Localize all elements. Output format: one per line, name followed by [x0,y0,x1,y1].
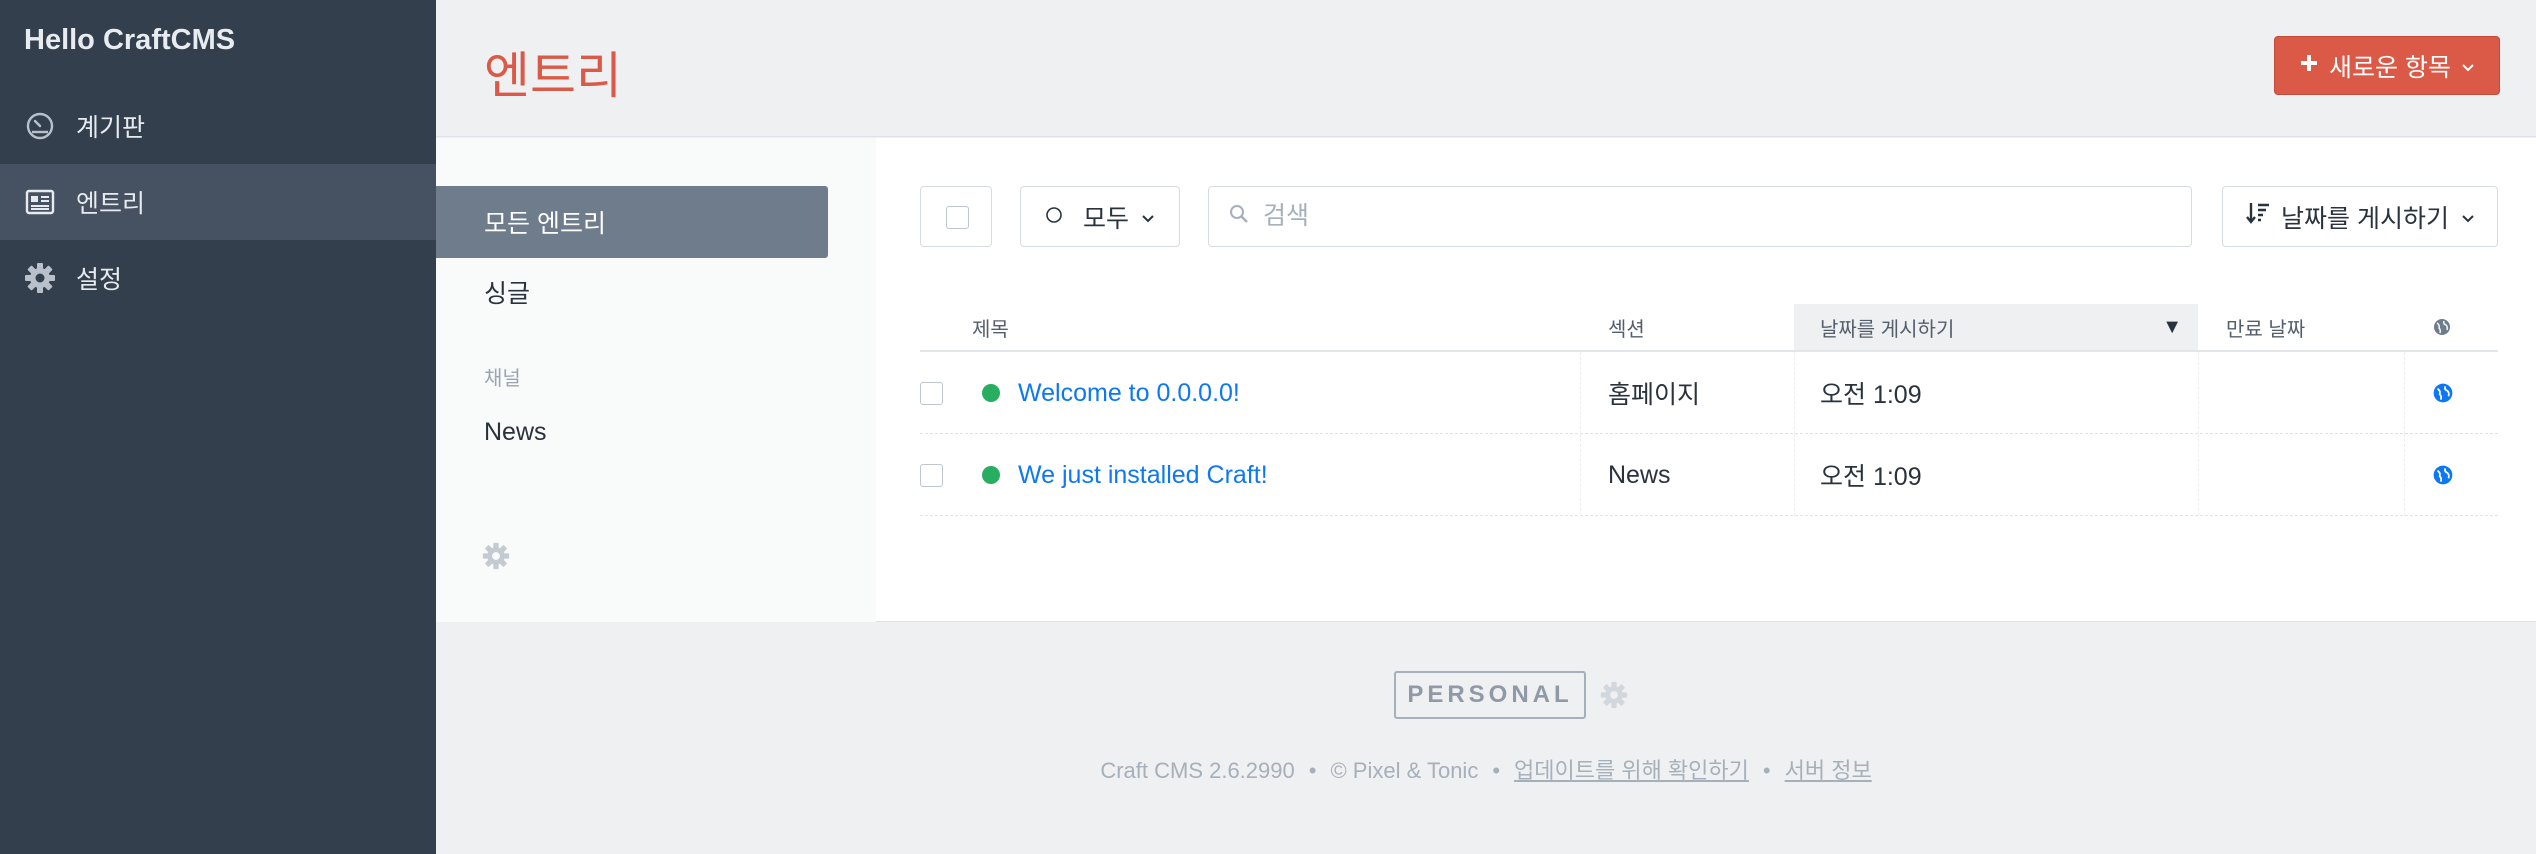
entry-post-date: 오전 1:09 [1820,463,1922,491]
source-heading-channel: 채널 [484,368,521,390]
status-circle-icon [1045,202,1063,231]
edition-settings-gear-icon[interactable] [1600,681,1628,714]
craft-version: Craft CMS 2.6.2990 [1100,758,1295,783]
entry-section: News [1608,460,1671,489]
source-singles[interactable]: 싱글 [436,256,828,328]
newspaper-icon [24,186,56,218]
row-checkbox[interactable] [920,463,943,487]
site-name[interactable]: Hello CraftCMS [24,24,235,57]
sources-sidebar: 모든 엔트리 싱글 채널 News [436,138,876,622]
source-all-entries[interactable]: 모든 엔트리 [436,186,828,258]
server-info-link[interactable]: 서버 정보 [1785,758,1872,783]
nav-label: 설정 [76,266,123,294]
sort-menu[interactable]: 날짜를 게시하기 [2222,186,2498,247]
gear-icon [24,262,56,294]
sort-label: 날짜를 게시하기 [2281,204,2449,233]
column-header-expiry-date[interactable]: 만료 날짜 [2226,304,2305,350]
entry-post-date: 오전 1:09 [1820,381,1922,409]
chevron-down-icon [1141,202,1155,231]
chevron-down-icon [2461,51,2475,80]
status-live-dot [982,466,1000,484]
footer-info-line: Craft CMS 2.6.2990 • © Pixel & Tonic • 업데이트를… [1100,758,1872,783]
search-icon [1229,204,1249,229]
footer: PERSONAL Craft CMS 2.6.2990 • © Pixel & To… [436,623,2536,854]
edition-badge[interactable]: PERSONAL [1394,671,1586,719]
main-content: 모든 엔트리 싱글 채널 News 모두 날짜를 게시하기 [436,138,2536,622]
entry-title-link[interactable]: Welcome to 0.0.0.0! [1018,379,1240,408]
nav-item-settings[interactable]: 설정 [0,240,436,316]
chevron-down-icon [2461,202,2475,231]
search-box [1208,186,2192,247]
check-updates-link[interactable]: 업데이트를 위해 확인하기 [1514,758,1749,783]
entries-table: 제목 섹션 날짜를 게시하기 ▼ 만료 날짜 Welcome to 0.0.0.… [920,304,2498,516]
site-globe-icon[interactable] [2432,352,2454,434]
copyright: © Pixel & Tonic [1330,758,1479,783]
column-header-section[interactable]: 섹션 [1608,304,1645,350]
status-filter-menu[interactable]: 모두 [1020,186,1180,247]
row-checkbox[interactable] [920,381,943,405]
nav-item-dashboard[interactable]: 계기판 [0,88,436,164]
column-header-site-icon [2432,304,2452,350]
new-entry-label: 새로운 항목 [2329,53,2451,82]
nav-label: 계기판 [76,114,146,142]
table-header: 제목 섹션 날짜를 게시하기 ▼ 만료 날짜 [920,304,2498,352]
global-sidebar: Hello CraftCMS 계기판 엔트리 설정 [0,0,436,854]
nav-label: 엔트리 [76,190,146,218]
customize-sources-gear-icon[interactable] [482,542,510,575]
nav-item-entries[interactable]: 엔트리 [0,164,436,240]
page-header: 엔트리 새로운 항목 [436,0,2536,137]
status-filter-label: 모두 [1083,204,1130,233]
column-header-post-date[interactable]: 날짜를 게시하기 ▼ [1794,304,2198,350]
table-row: Welcome to 0.0.0.0! 홈페이지 오전 1:09 [920,352,2498,434]
sort-descending-icon [2245,200,2271,233]
sort-arrow-icon: ▼ [2162,315,2182,338]
select-all-checkbox[interactable] [920,186,992,247]
column-header-title[interactable]: 제목 [972,304,1009,350]
entry-title-link[interactable]: We just installed Craft! [1018,461,1268,490]
page-title: 엔트리 [484,48,622,104]
dashboard-icon [24,110,56,142]
plus-icon [2299,51,2319,80]
site-globe-icon[interactable] [2432,434,2454,516]
column-header-post-date-label: 날짜를 게시하기 [1820,318,1955,341]
search-input[interactable] [1263,202,2163,231]
new-entry-button[interactable]: 새로운 항목 [2274,36,2500,95]
source-news[interactable]: News [436,396,828,468]
entry-section: 홈페이지 [1608,381,1701,409]
table-row: We just installed Craft! News 오전 1:09 [920,434,2498,516]
status-live-dot [982,384,1000,402]
